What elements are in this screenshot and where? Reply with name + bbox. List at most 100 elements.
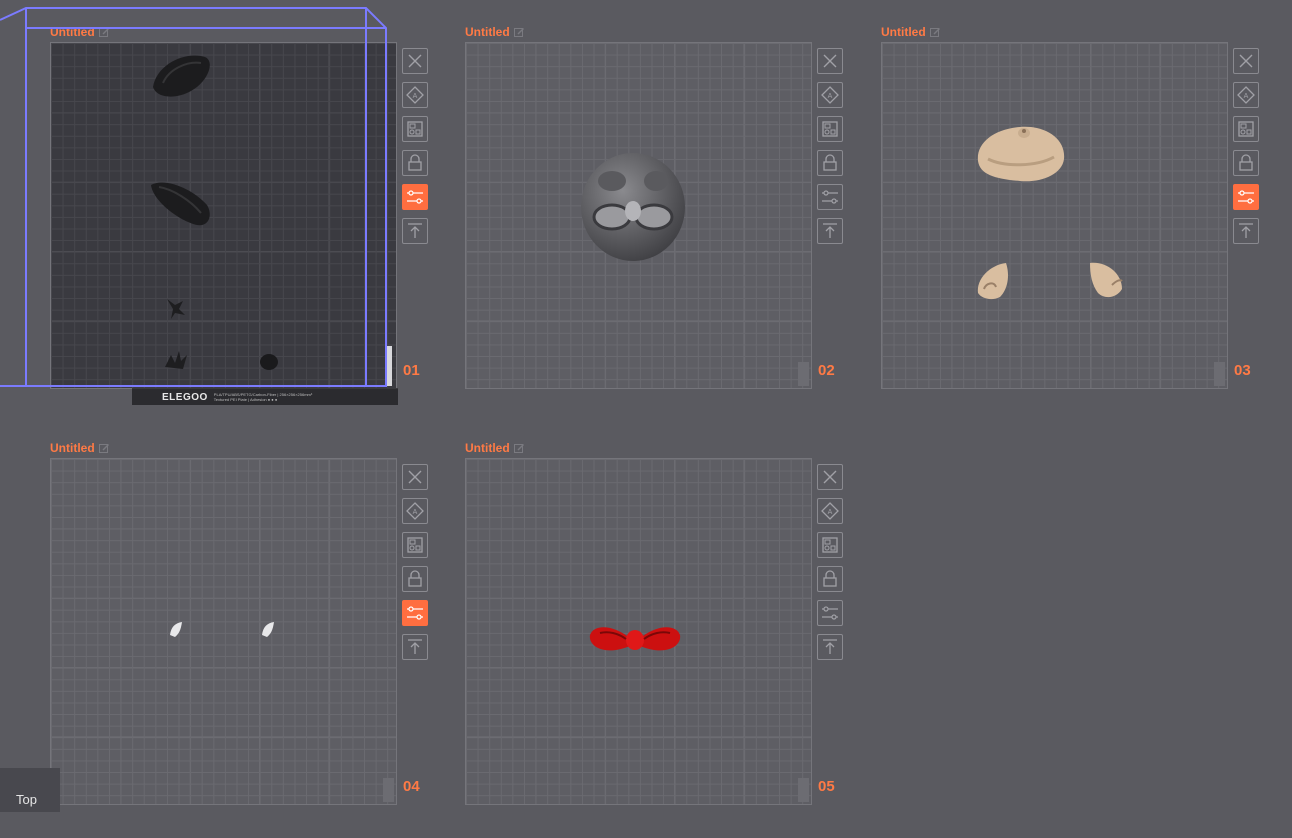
plate-title[interactable]: Untitled <box>881 25 941 39</box>
arrange-icon <box>407 121 423 137</box>
plate-title-text: Untitled <box>465 441 510 455</box>
close-icon <box>823 470 837 484</box>
plate-settings-button[interactable] <box>1233 184 1259 210</box>
lock-plate-button[interactable] <box>817 566 843 592</box>
plate-number: 01 <box>403 362 420 379</box>
auto-orient-button[interactable]: A <box>402 82 428 108</box>
move-to-top-button[interactable] <box>402 218 428 244</box>
plate-settings-icon <box>407 606 423 620</box>
arrange-button[interactable] <box>817 532 843 558</box>
build-plate[interactable] <box>465 42 812 389</box>
close-icon <box>408 470 422 484</box>
plate-toolbar: A <box>1233 48 1261 244</box>
brand-logo: ELEGOO <box>162 391 208 403</box>
lock-icon <box>408 570 422 587</box>
move-to-top-button[interactable] <box>817 634 843 660</box>
lock-icon <box>823 154 837 171</box>
svg-text:A: A <box>413 509 418 516</box>
build-plate[interactable] <box>50 458 397 805</box>
plate-title[interactable]: Untitled <box>465 25 525 39</box>
arrange-icon <box>822 121 838 137</box>
auto-orient-button[interactable]: A <box>817 498 843 524</box>
height-slider[interactable] <box>383 778 394 802</box>
plate-05[interactable]: Untitled A 05 <box>465 441 865 838</box>
plate-number: 05 <box>818 778 835 795</box>
plate-title[interactable]: Untitled <box>50 441 110 455</box>
plate-settings-button[interactable] <box>402 600 428 626</box>
build-plate[interactable] <box>881 42 1228 389</box>
svg-text:A: A <box>828 509 833 516</box>
part-red-bow[interactable] <box>586 621 684 659</box>
auto-orient-icon: A <box>821 502 839 520</box>
svg-text:A: A <box>413 93 418 100</box>
delete-plate-button[interactable] <box>817 464 843 490</box>
edit-icon[interactable] <box>929 27 941 38</box>
arrange-button[interactable] <box>402 532 428 558</box>
move-to-top-button[interactable] <box>1233 218 1259 244</box>
arrange-icon <box>822 537 838 553</box>
part-beige-face[interactable] <box>974 121 1068 187</box>
plate-toolbar: A <box>402 464 430 660</box>
build-plate[interactable] <box>465 458 812 805</box>
plate-title-text: Untitled <box>881 25 926 39</box>
plate-title-text: Untitled <box>50 441 95 455</box>
plate-04[interactable]: Untitled A 04 <box>50 441 450 838</box>
part-gray-head[interactable] <box>578 151 688 263</box>
plate-spec-line2: Textured PEI Plate | Adhesion ● ● ● <box>213 397 278 402</box>
part-white-claw-left[interactable] <box>167 619 185 639</box>
delete-plate-button[interactable] <box>817 48 843 74</box>
plate-02[interactable]: Untitled A 02 <box>465 25 865 422</box>
selection-box <box>0 7 387 387</box>
move-to-top-button[interactable] <box>402 634 428 660</box>
delete-plate-button[interactable] <box>402 464 428 490</box>
move-to-top-icon <box>823 639 837 654</box>
auto-orient-button[interactable]: A <box>402 498 428 524</box>
plate-settings-button[interactable] <box>817 184 843 210</box>
lock-icon <box>408 154 422 171</box>
plate-settings-icon <box>822 190 838 204</box>
svg-text:A: A <box>828 93 833 100</box>
move-to-top-button[interactable] <box>817 218 843 244</box>
part-white-claw-right[interactable] <box>259 619 277 639</box>
height-slider[interactable] <box>798 778 809 802</box>
move-to-top-icon <box>408 223 422 238</box>
part-beige-ear-right[interactable] <box>1086 259 1126 301</box>
auto-orient-icon: A <box>821 86 839 104</box>
plate-03[interactable]: Untitled A 03 <box>881 25 1281 422</box>
move-to-top-icon <box>408 639 422 654</box>
arrange-button[interactable] <box>1233 116 1259 142</box>
edit-icon[interactable] <box>513 443 525 454</box>
edit-icon[interactable] <box>98 443 110 454</box>
edit-icon[interactable] <box>513 27 525 38</box>
lock-plate-button[interactable] <box>1233 150 1259 176</box>
lock-plate-button[interactable] <box>817 150 843 176</box>
arrange-icon <box>1238 121 1254 137</box>
delete-plate-button[interactable] <box>1233 48 1259 74</box>
close-icon <box>823 54 837 68</box>
lock-plate-button[interactable] <box>402 566 428 592</box>
lock-icon <box>1239 154 1253 171</box>
plate-footer: ELEGOO PLA/TPU/ABS/PETG/Carbon-Fiber | 2… <box>132 388 398 405</box>
height-slider[interactable] <box>1214 362 1225 386</box>
plate-toolbar: A <box>817 464 845 660</box>
plate-01[interactable]: Untitled ELEGOO PLA/TPU/ABS/PETG/Carbon-… <box>0 7 450 422</box>
part-beige-ear-left[interactable] <box>974 259 1012 301</box>
height-slider[interactable] <box>798 362 809 386</box>
plate-title[interactable]: Untitled <box>465 441 525 455</box>
lock-plate-button[interactable] <box>402 150 428 176</box>
auto-orient-button[interactable]: A <box>1233 82 1259 108</box>
plate-settings-icon <box>822 606 838 620</box>
arrange-button[interactable] <box>402 116 428 142</box>
plate-settings-button[interactable] <box>402 184 428 210</box>
plate-toolbar: A <box>817 48 845 244</box>
arrange-icon <box>407 537 423 553</box>
auto-orient-button[interactable]: A <box>817 82 843 108</box>
plate-toolbar: A <box>402 48 430 244</box>
plate-settings-button[interactable] <box>817 600 843 626</box>
view-orientation-label[interactable]: Top <box>0 768 60 812</box>
arrange-button[interactable] <box>817 116 843 142</box>
plate-number: 04 <box>403 778 420 795</box>
move-to-top-icon <box>823 223 837 238</box>
close-icon <box>408 54 422 68</box>
delete-plate-button[interactable] <box>402 48 428 74</box>
